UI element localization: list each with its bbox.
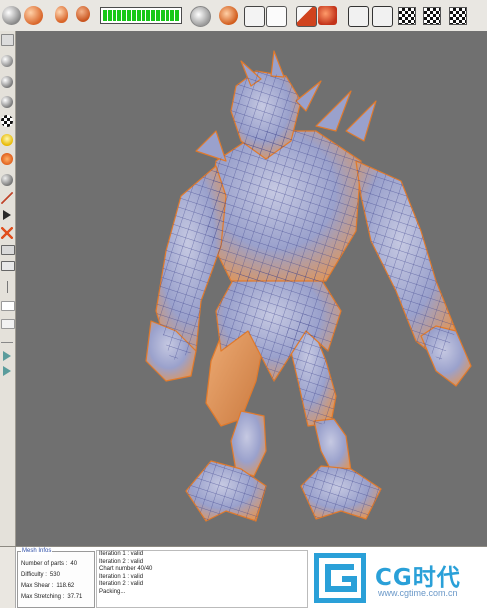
arrow-cycle-icon[interactable]: [190, 6, 211, 27]
play-teal-icon[interactable]: [3, 351, 11, 361]
watermark-url: www.cgtime.com.cn: [378, 588, 458, 598]
progress-segment: [136, 10, 141, 21]
left-tool-strip: [0, 31, 16, 546]
log-line: Iteration 2 : valid: [99, 558, 144, 565]
info-row-max-shear: Max Shear :118.62: [21, 582, 74, 590]
watermark-brand: CG时代: [375, 565, 461, 591]
info-label: Difficulty :: [21, 572, 47, 578]
log-line: Chart number 40/40: [99, 566, 153, 573]
info-value: 530: [49, 572, 60, 578]
play-teal-2-icon[interactable]: [3, 366, 11, 376]
checker-map-icon[interactable]: [398, 7, 416, 25]
progress-segment: [131, 10, 136, 21]
play-orange-icon[interactable]: [219, 6, 238, 25]
cg-logo-icon: [314, 553, 366, 603]
progress-segment: [141, 10, 146, 21]
slider-icon[interactable]: [1, 281, 13, 293]
frame-icon[interactable]: [1, 301, 15, 311]
info-label: Max Stretching :: [21, 594, 65, 600]
log-output[interactable]: Iteration 1 : valid Iteration 2 : valid …: [96, 550, 308, 608]
zoom-icon[interactable]: [1, 319, 15, 329]
flatten-icon[interactable]: [1, 245, 15, 255]
progress-segment: [155, 10, 160, 21]
info-row-difficulty: Difficulty :530: [21, 571, 60, 579]
mesh-infos-panel: Mesh Infos Number of parts :40 Difficult…: [17, 547, 95, 608]
percent-icon[interactable]: [1, 336, 13, 348]
progress-segment: [175, 10, 179, 21]
progress-segment: [170, 10, 175, 21]
shape-icon[interactable]: [76, 6, 90, 22]
progress-segment: [122, 10, 127, 21]
progress-segment: [103, 10, 107, 21]
info-row-max-stretching: Max Stretching :37.71: [21, 593, 82, 601]
progress-segment: [107, 10, 112, 21]
checker-map-2-icon[interactable]: [423, 7, 441, 25]
log-line: Iteration 2 : valid: [99, 581, 144, 588]
info-value: 118.62: [56, 583, 75, 589]
delete-icon[interactable]: [1, 227, 13, 239]
unfold-icon[interactable]: [1, 261, 15, 271]
info-label: Number of parts :: [21, 561, 68, 567]
progress-bar: [100, 7, 182, 24]
axis-transform-icon[interactable]: [348, 6, 369, 27]
progress-segment: [165, 10, 170, 21]
info-label: Max Shear :: [21, 583, 54, 589]
main-toolbar: [0, 0, 487, 32]
link-nodes-icon[interactable]: [244, 6, 265, 27]
info-value: 40: [70, 561, 78, 567]
log-line: Iteration 1 : valid: [99, 573, 144, 580]
progress-segment: [146, 10, 151, 21]
pencil-icon[interactable]: [1, 192, 13, 204]
red-shape-icon[interactable]: [296, 6, 317, 27]
move-axis-icon[interactable]: [372, 6, 393, 27]
light-bulb-icon[interactable]: [1, 134, 13, 146]
move-cross-icon[interactable]: [1, 153, 13, 165]
progress-segment: [160, 10, 165, 21]
arrow-right-icon[interactable]: [1, 34, 14, 46]
bottom-left-strip: [0, 547, 16, 608]
mesh-infos-title: Mesh Infos: [21, 547, 53, 555]
egg-icon[interactable]: [55, 6, 68, 23]
log-line: Packing...: [99, 588, 126, 595]
3d-viewport[interactable]: [16, 31, 487, 546]
sphere-icon[interactable]: [1, 55, 13, 67]
log-line: Iteration 1 : valid: [99, 551, 144, 557]
progress-segment: [112, 10, 117, 21]
progress-segment: [127, 10, 131, 21]
select-arrow-icon[interactable]: [3, 210, 11, 220]
paint-icon[interactable]: [318, 6, 337, 25]
info-row-parts: Number of parts :40: [21, 560, 77, 568]
progress-segment: [117, 10, 122, 21]
progress-segment: [151, 10, 155, 21]
creature-mesh-model: [145, 50, 472, 522]
sphere-grid-icon[interactable]: [1, 76, 13, 88]
checker-map-3-icon[interactable]: [449, 7, 467, 25]
sphere-lines-icon[interactable]: [1, 96, 13, 108]
sphere-tool-icon[interactable]: [2, 6, 21, 25]
checker-sphere-icon[interactable]: [1, 115, 13, 127]
brush-icon[interactable]: [266, 6, 287, 27]
info-value: 37.71: [67, 594, 83, 600]
gray-sphere-icon[interactable]: [1, 174, 13, 186]
sphere-orange-icon[interactable]: [24, 6, 43, 25]
